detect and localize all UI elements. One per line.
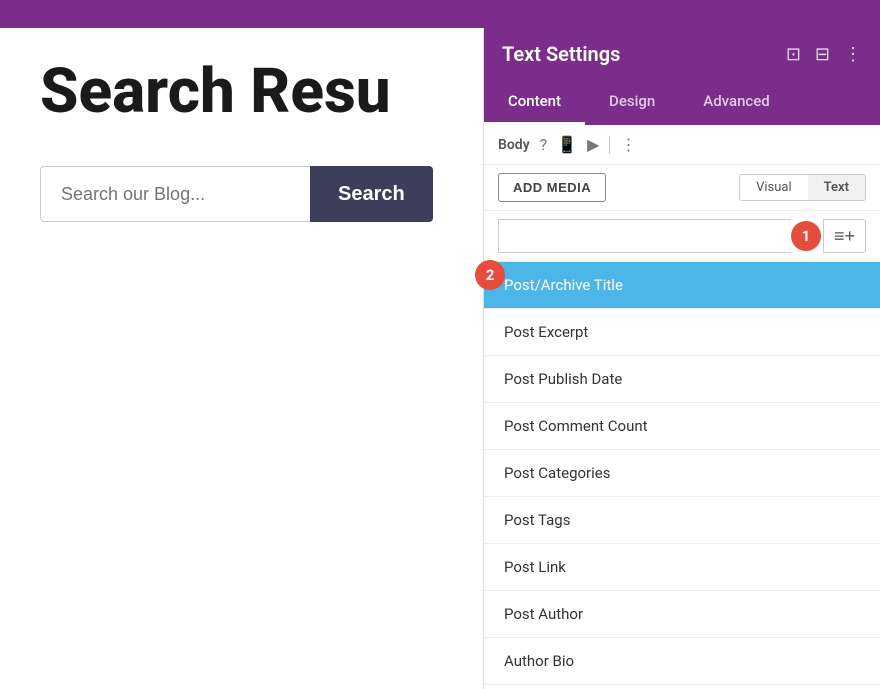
text-input-field[interactable] [498,219,791,253]
editor-view-tabs: Visual Text [739,174,866,201]
search-button[interactable]: Search [310,166,433,222]
list-item[interactable]: Site Title [484,685,880,689]
panel-header: Text Settings ⊡ ⊟ ⋮ [484,28,880,80]
panel-body: Body ? 📱 ▶ ⋮ ADD MEDIA Visual Text [484,125,880,689]
panel-header-icons: ⊡ ⊟ ⋮ [786,44,862,65]
fullscreen-icon[interactable]: ⊡ [786,44,801,65]
list-item[interactable]: Post/Archive Title [484,262,880,309]
page-content: Search Resu Search [0,28,480,689]
add-media-button[interactable]: ADD MEDIA [498,173,606,202]
toolbar-label: Body [498,137,530,153]
editor-toolbar: ADD MEDIA Visual Text [484,165,880,211]
list-item[interactable]: Post Tags [484,497,880,544]
list-item[interactable]: Post Publish Date [484,356,880,403]
step-2-badge: 2 [475,260,505,290]
split-icon[interactable]: ⊟ [815,44,830,65]
step-1-badge: 1 [791,221,821,251]
insert-dynamic-tag-button[interactable]: ≡+ [823,219,866,253]
settings-panel: Text Settings ⊡ ⊟ ⋮ Content Design Advan… [483,28,880,689]
tab-design[interactable]: Design [585,80,679,125]
cursor-icon[interactable]: ▶ [587,135,599,154]
list-item[interactable]: Post Link [484,544,880,591]
tab-content[interactable]: Content [484,80,585,125]
text-input-row: 1 ≡+ [484,211,880,262]
help-icon[interactable]: ? [540,135,548,154]
dropdown-list: Post/Archive Title Post Excerpt Post Pub… [484,262,880,689]
panel-title: Text Settings [502,42,620,66]
visual-tab[interactable]: Visual [740,175,808,200]
search-bar: Search [40,166,440,222]
page-title: Search Resu [40,58,440,126]
toolbar-row: Body ? 📱 ▶ ⋮ [484,125,880,165]
list-item[interactable]: Author Bio [484,638,880,685]
tag-icon: ≡+ [834,226,855,247]
list-item[interactable]: Post Author [484,591,880,638]
list-item[interactable]: Post Categories [484,450,880,497]
more-icon[interactable]: ⋮ [844,44,862,65]
list-item[interactable]: Post Excerpt [484,309,880,356]
search-input[interactable] [40,166,310,222]
mobile-icon[interactable]: 📱 [557,135,577,154]
panel-tabs: Content Design Advanced [484,80,880,125]
more-options-icon[interactable]: ⋮ [620,135,636,154]
tab-advanced[interactable]: Advanced [679,80,793,125]
top-bar [0,0,880,28]
text-tab[interactable]: Text [808,175,865,200]
toolbar-separator [609,136,610,154]
list-item[interactable]: Post Comment Count [484,403,880,450]
